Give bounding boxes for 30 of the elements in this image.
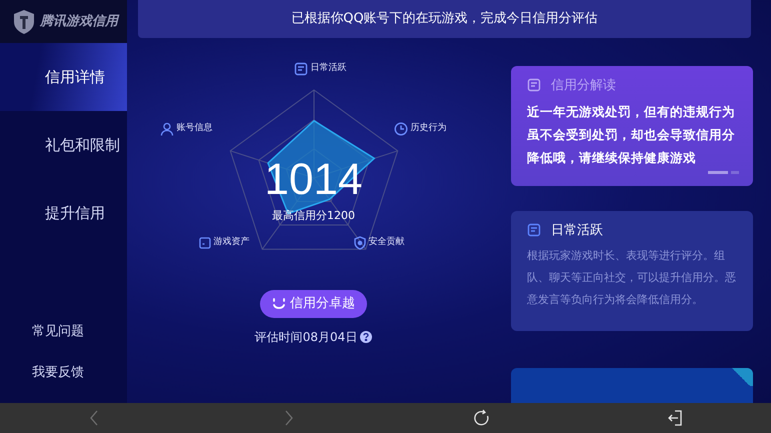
grade-button[interactable]: 信用分卓越: [260, 290, 367, 318]
shield-icon: [354, 236, 366, 250]
clock-icon: [394, 122, 408, 136]
document-icon: [527, 78, 543, 94]
sidebar-tab[interactable]: 提升信用: [0, 179, 127, 247]
sidebar-tab[interactable]: 信用详情: [0, 43, 127, 111]
radar-label: 账号信息: [176, 122, 212, 136]
document-icon: [527, 222, 543, 239]
sidebar-link[interactable]: 常见问题: [0, 311, 127, 352]
document-icon: [294, 62, 308, 76]
evaluation-time: 评估时间08月04日: [254, 329, 358, 346]
credit-score: 1014: [264, 158, 362, 202]
radar-label: 安全贡献: [368, 236, 404, 250]
max-score-label: 最高信用分1200: [271, 208, 356, 224]
notice-banner: 已根据你QQ账号下的在玩游戏，完成今日信用分评估: [138, 0, 751, 38]
radar-label: 历史行为: [410, 122, 446, 136]
radar-label: 游戏资产: [214, 236, 250, 249]
card-title: 信用分解读: [551, 77, 616, 95]
card-text: 近一年无游戏处罚，但有的违规行为虽不会受到处罚，却也会导致信用分降低哦，请继续保持健康游戏: [527, 102, 736, 166]
shield-logo-icon: [12, 8, 36, 34]
sidebar-link[interactable]: 我要反馈: [0, 352, 127, 393]
card-text: 根据玩家游戏时长、表现等进行评分。组队、聊天等正向社交，可以提升信用分。恶意发言等负向行为将会降低信用分。: [527, 248, 737, 308]
square-icon: [198, 236, 210, 249]
radar-label: 日常活跃: [310, 62, 346, 76]
card-title: 日常活跃: [551, 222, 603, 240]
sidebar-tab[interactable]: 礼包和限制: [0, 111, 127, 179]
smile-icon: [272, 297, 286, 311]
logo-text: 腾讯游戏信用: [40, 12, 118, 31]
user-icon: [160, 122, 174, 136]
help-icon[interactable]: [360, 331, 372, 343]
